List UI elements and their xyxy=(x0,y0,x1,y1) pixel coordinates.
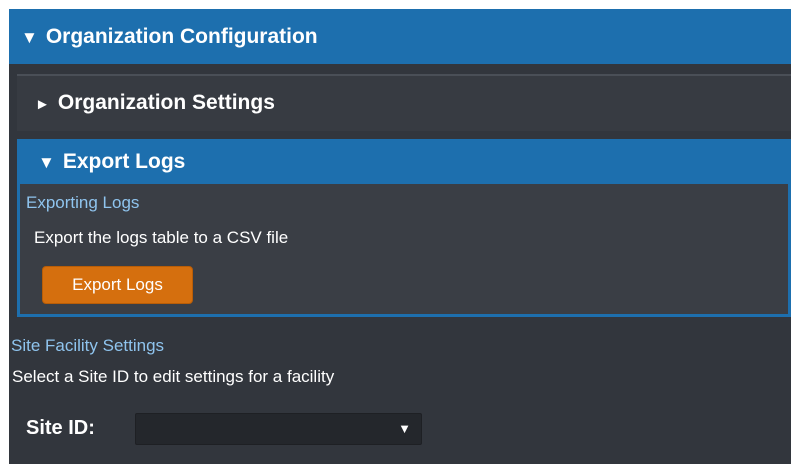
site-id-label: Site ID: xyxy=(26,417,95,439)
site-id-select[interactable]: ▼ xyxy=(135,413,422,445)
settings-panel: ▼ Organization Configuration ► Organizatio… xyxy=(9,9,791,464)
site-facility-settings-subheading: Site Facility Settings xyxy=(11,336,165,355)
organization-configuration-title: Organization Configuration xyxy=(45,25,318,48)
collapse-triangle-icon: ▼ xyxy=(21,28,38,47)
export-logs-header[interactable]: ▼ Export Logs xyxy=(17,139,791,184)
organization-settings-header[interactable]: ► Organization Settings xyxy=(17,74,791,131)
export-logs-button[interactable]: Export Logs xyxy=(42,266,193,304)
collapse-triangle-icon: ▼ xyxy=(38,153,55,172)
app-frame: ▼ Organization Configuration ► Organizatio… xyxy=(0,0,791,464)
expand-triangle-icon: ► xyxy=(35,96,50,113)
chevron-down-icon: ▼ xyxy=(398,421,411,436)
export-logs-title: Export Logs xyxy=(62,150,186,173)
site-facility-description: Select a Site ID to edit settings for a … xyxy=(12,367,335,386)
exporting-logs-subheading: Exporting Logs xyxy=(26,193,140,212)
organization-settings-title: Organization Settings xyxy=(57,91,275,114)
export-logs-section: ▼ Export Logs Exporting Logs Export the l… xyxy=(17,139,791,317)
organization-configuration-header[interactable]: ▼ Organization Configuration xyxy=(9,9,791,64)
export-logs-description: Export the logs table to a CSV file xyxy=(34,228,289,247)
